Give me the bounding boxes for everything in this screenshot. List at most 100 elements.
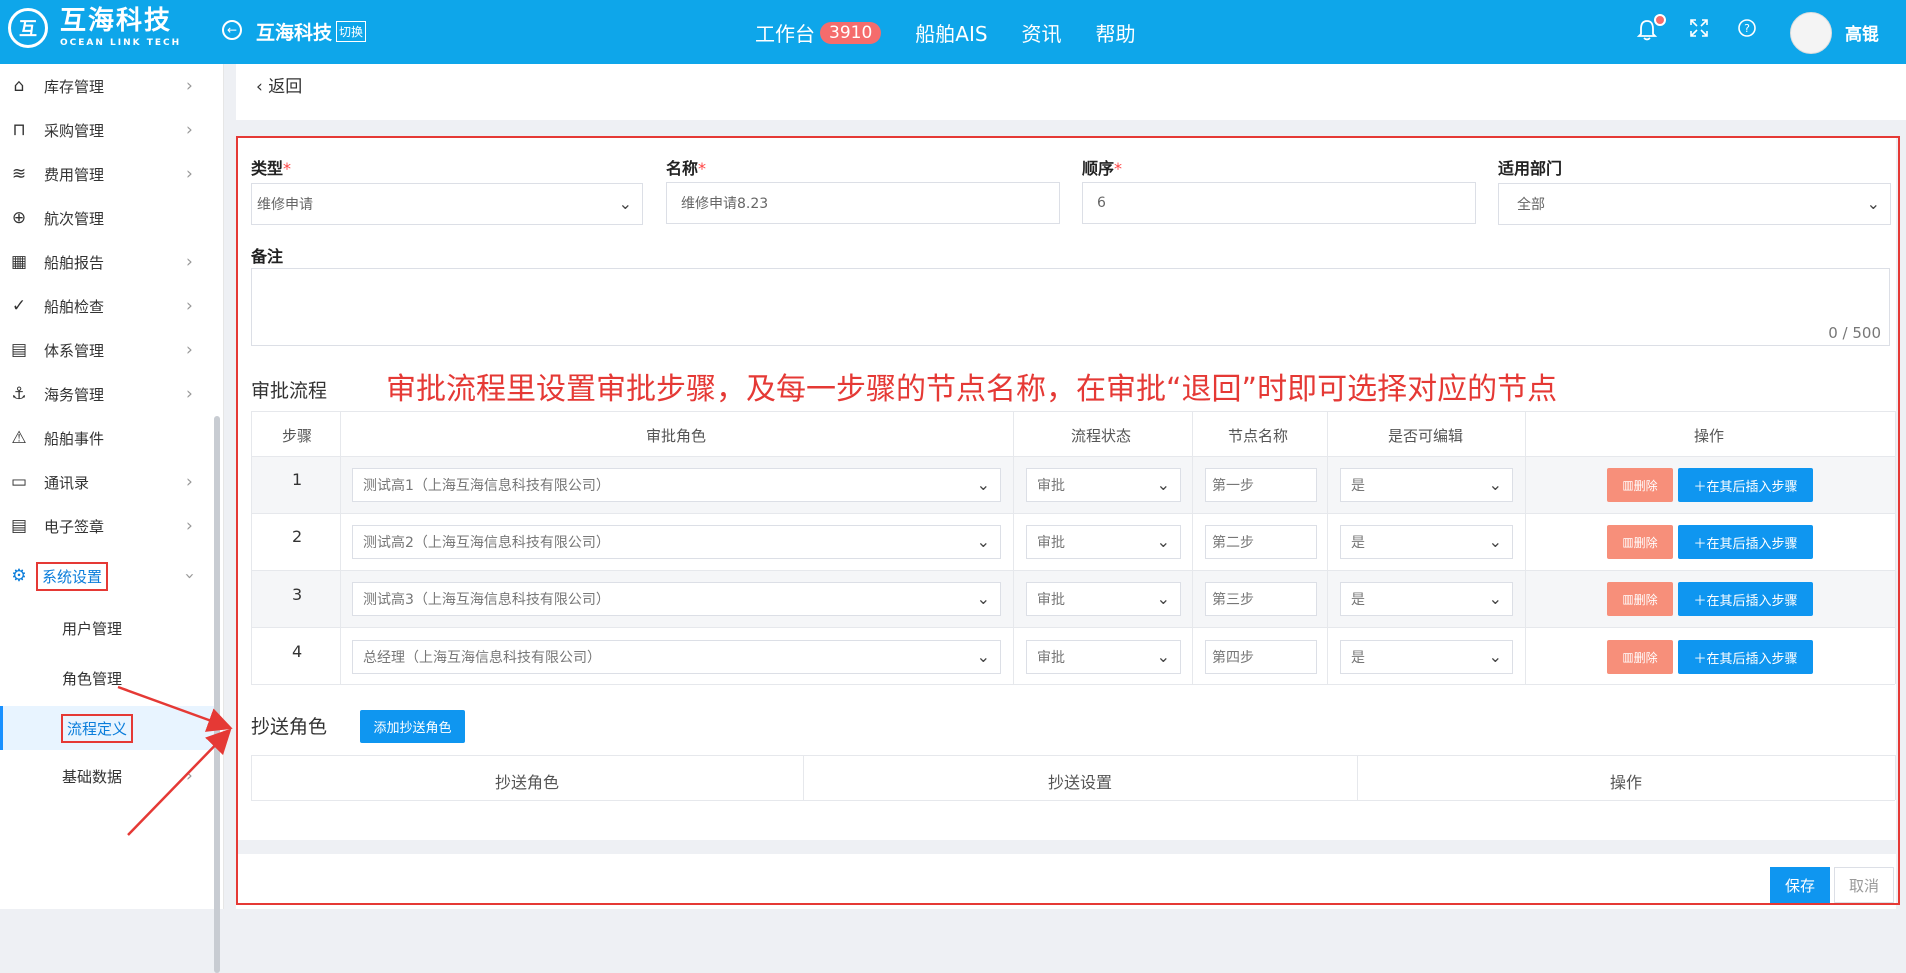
chevron-down-icon: ⌄: [1156, 532, 1170, 551]
sidebar-item-contacts[interactable]: ▭ 通讯录 ›: [0, 460, 214, 504]
role-select[interactable]: 测试高1（上海互海信息科技有限公司） ⌄: [352, 468, 1001, 502]
required-mark: *: [1114, 159, 1123, 178]
delete-step-button[interactable]: ▥ 删除: [1607, 640, 1673, 674]
nav-workbench[interactable]: 工作台 3910: [755, 18, 882, 47]
status-value: 审批: [1037, 535, 1065, 551]
editable-select[interactable]: 是 ⌄: [1340, 640, 1513, 674]
grid-line: [251, 755, 1895, 756]
chevron-down-icon: ⌄: [1156, 589, 1170, 608]
logo[interactable]: 互 互海科技 OCEAN LINK TECH: [8, 8, 181, 48]
database-icon: ≋: [11, 164, 27, 184]
switch-company-button[interactable]: 切换: [336, 21, 367, 42]
top-bar: 互 互海科技 OCEAN LINK TECH ← 互海科技 切换 工作台 391…: [0, 0, 1906, 64]
remark-textarea[interactable]: 0 / 500: [251, 268, 1890, 346]
required-mark: *: [283, 159, 292, 178]
delete-step-button[interactable]: ▥ 删除: [1607, 582, 1673, 616]
delete-step-button[interactable]: ▥ 删除: [1607, 468, 1673, 502]
nav-help[interactable]: 帮助: [1096, 18, 1136, 47]
role-value: 测试高3（上海互海信息科技有限公司）: [363, 592, 610, 608]
sidebar: ⌂ 库存管理 › ⊓ 采购管理 › ≋ 费用管理 › ⊕ 航次管理 ▦ 船舶报告…: [0, 64, 224, 973]
status-select[interactable]: 审批 ⌄: [1026, 468, 1181, 502]
role-select[interactable]: 测试高3（上海互海信息科技有限公司） ⌄: [352, 582, 1001, 616]
sidebar-item-system-mgmt[interactable]: ▤ 体系管理 ›: [0, 328, 214, 372]
insert-step-button[interactable]: ＋ 在其后插入步骤: [1678, 468, 1813, 502]
node-name-input[interactable]: 第三步: [1205, 582, 1317, 616]
sidebar-item-inspection[interactable]: ✓ 船舶检查 ›: [0, 284, 214, 328]
name-input[interactable]: 维修申请8.23: [666, 182, 1060, 224]
cancel-button[interactable]: 取消: [1834, 867, 1894, 903]
workbench-badge: 3910: [820, 21, 882, 44]
node-name-input[interactable]: 第四步: [1205, 640, 1317, 674]
grid-line: [1525, 411, 1526, 684]
insert-step-button[interactable]: ＋ 在其后插入步骤: [1678, 640, 1813, 674]
col-status: 流程状态: [1071, 427, 1132, 445]
insert-step-button[interactable]: ＋ 在其后插入步骤: [1678, 582, 1813, 616]
user-name[interactable]: 高锟: [1845, 20, 1879, 45]
editable-value: 是: [1351, 650, 1365, 666]
node-name-input[interactable]: 第一步: [1205, 468, 1317, 502]
back-arrow-icon[interactable]: ←: [222, 20, 242, 40]
sidebar-item-inventory[interactable]: ⌂ 库存管理 ›: [0, 64, 214, 108]
brand-name-en: OCEAN LINK TECH: [60, 38, 182, 48]
sidebar-sub-basic-data[interactable]: 基础数据 ›: [0, 754, 214, 798]
grid-line: [251, 755, 252, 800]
sidebar-item-voyage[interactable]: ⊕ 航次管理: [0, 196, 214, 240]
type-select[interactable]: 维修申请 ⌄: [251, 183, 643, 225]
status-value: 审批: [1037, 478, 1065, 494]
sidebar-item-esign[interactable]: ▤ 电子签章 ›: [0, 504, 214, 548]
delete-label: 删除: [1633, 650, 1658, 665]
type-label-text: 类型: [251, 159, 284, 178]
globe-icon: ⊕: [11, 208, 27, 228]
save-button[interactable]: 保存: [1770, 867, 1830, 903]
sidebar-sub-process-def[interactable]: 流程定义: [0, 706, 214, 750]
editable-value: 是: [1351, 478, 1365, 494]
svg-text:?: ?: [1744, 22, 1750, 35]
sidebar-item-label: 系统设置: [36, 561, 109, 591]
role-value: 测试高1（上海互海信息科技有限公司）: [363, 478, 610, 494]
avatar[interactable]: [1790, 12, 1832, 54]
sidebar-sub-role-mgmt[interactable]: 角色管理: [0, 656, 214, 700]
status-select[interactable]: 审批 ⌄: [1026, 582, 1181, 616]
editable-select[interactable]: 是 ⌄: [1340, 468, 1513, 502]
step-number: 4: [292, 642, 303, 661]
sidebar-item-label: 船舶检查: [44, 297, 105, 316]
sidebar-item-label: 体系管理: [44, 341, 105, 360]
approval-title: 审批流程: [251, 380, 328, 402]
help-icon[interactable]: ?: [1738, 18, 1756, 42]
trash-icon: ▥: [1622, 592, 1634, 606]
chevron-down-icon: ⌄: [1488, 647, 1502, 666]
role-select[interactable]: 总经理（上海互海信息科技有限公司） ⌄: [352, 640, 1001, 674]
anchor-icon: ⚓: [11, 384, 27, 404]
nav-news[interactable]: 资讯: [1022, 18, 1062, 47]
sidebar-item-event[interactable]: ⚠ 船舶事件: [0, 416, 214, 460]
chevron-right-icon: ›: [186, 340, 193, 360]
col-operation: 操作: [1694, 427, 1725, 445]
sidebar-item-marine[interactable]: ⚓ 海务管理 ›: [0, 372, 214, 416]
sidebar-item-expense[interactable]: ≋ 费用管理 ›: [0, 152, 214, 196]
sidebar-item-settings[interactable]: ⚙ 系统设置 ›: [0, 554, 214, 598]
order-input[interactable]: 6: [1082, 182, 1476, 224]
sidebar-sub-label: 基础数据: [62, 767, 123, 786]
back-link[interactable]: ‹ 返回: [256, 72, 302, 97]
trash-icon: ▥: [1622, 535, 1634, 549]
sidebar-item-purchase[interactable]: ⊓ 采购管理 ›: [0, 108, 214, 152]
nav-ais[interactable]: 船舶AIS: [915, 18, 987, 47]
sidebar-item-label: 航次管理: [44, 209, 105, 228]
sidebar-scrollbar[interactable]: [214, 416, 220, 973]
delete-step-button[interactable]: ▥ 删除: [1607, 525, 1673, 559]
sidebar-item-report[interactable]: ▦ 船舶报告 ›: [0, 240, 214, 284]
sidebar-sub-user-mgmt[interactable]: 用户管理: [0, 606, 214, 650]
fullscreen-icon[interactable]: [1690, 18, 1708, 42]
status-select[interactable]: 审批 ⌄: [1026, 640, 1181, 674]
editable-select[interactable]: 是 ⌄: [1340, 525, 1513, 559]
insert-step-button[interactable]: ＋ 在其后插入步骤: [1678, 525, 1813, 559]
editable-select[interactable]: 是 ⌄: [1340, 582, 1513, 616]
delete-label: 删除: [1633, 592, 1658, 607]
dept-select[interactable]: 全部 ⌄: [1498, 183, 1891, 225]
role-select[interactable]: 测试高2（上海互海信息科技有限公司） ⌄: [352, 525, 1001, 559]
chevron-down-icon: ⌄: [976, 532, 990, 551]
status-select[interactable]: 审批 ⌄: [1026, 525, 1181, 559]
add-cc-role-button[interactable]: 添加抄送角色: [360, 710, 465, 743]
notification-dot-icon: [1654, 14, 1666, 26]
node-name-input[interactable]: 第二步: [1205, 525, 1317, 559]
